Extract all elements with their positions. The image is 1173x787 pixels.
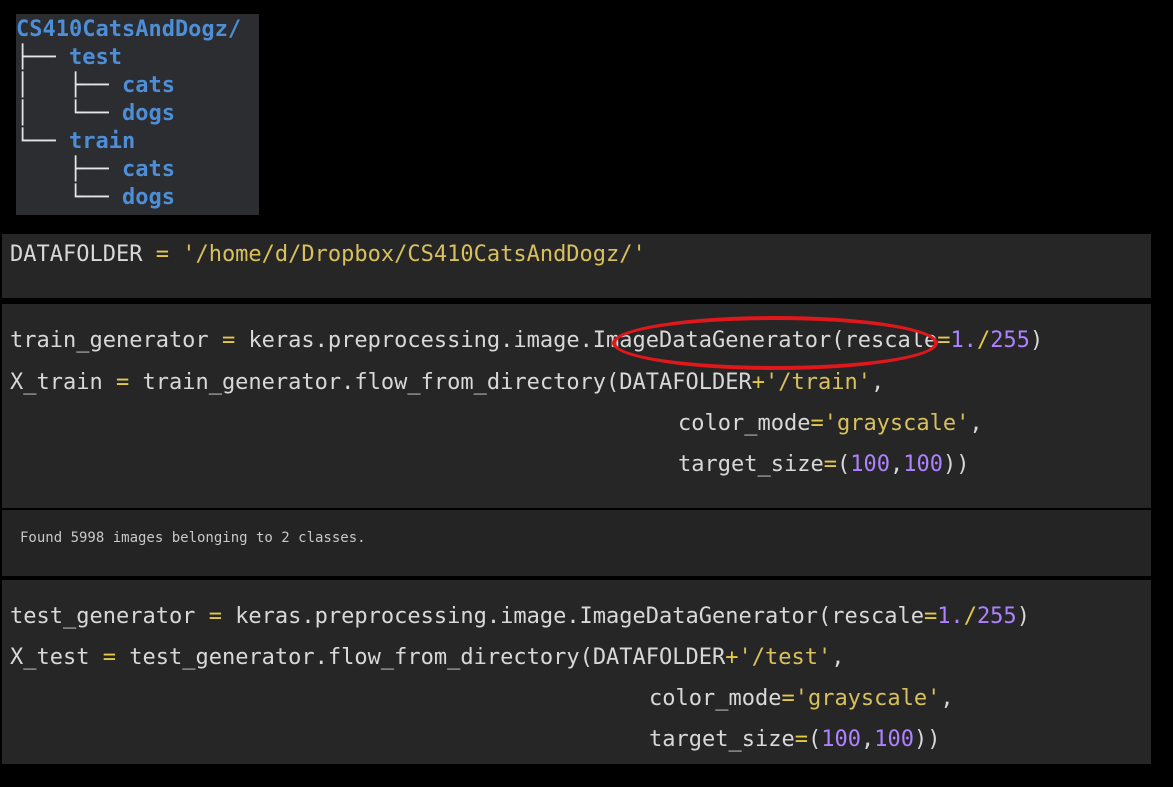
code-token: '/home/d/Dropbox/CS410CatsAndDogz/': [182, 242, 646, 267]
tree-item-test: ├── test: [16, 44, 122, 72]
code-token: =: [937, 328, 951, 353]
code-token: =: [221, 328, 236, 353]
code-token: )): [942, 452, 970, 477]
code-token: 100: [903, 452, 943, 477]
code-line: DATAFOLDER = '/home/d/Dropbox/CS410CatsA…: [10, 234, 646, 275]
code-line: color_mode='grayscale',: [678, 403, 983, 444]
code-token: /: [976, 328, 991, 353]
code-token: ,: [889, 452, 904, 477]
tree-branch-glyph: [16, 157, 69, 182]
tree-branch-glyph: ├──: [16, 45, 69, 70]
tree-root: CS410CatsAndDogz/: [16, 17, 242, 42]
code-token: 1.: [937, 604, 964, 629]
code-token: =: [115, 370, 130, 395]
code-token: 'grayscale': [794, 686, 941, 711]
code-token: target_size: [649, 727, 795, 752]
code-token: '/test': [738, 645, 832, 670]
code-token: keras.preprocessing.image.ImageDataGener…: [248, 328, 938, 353]
tree-item-train-cats: ├── cats: [16, 156, 175, 184]
code-token: 1.: [950, 328, 977, 353]
tree-label: train: [68, 129, 136, 154]
tree-item-train: └── train: [16, 128, 135, 156]
code-token: X_test: [10, 645, 90, 670]
tree-item-test-cats: │ ├── cats: [16, 72, 175, 100]
code-token: =: [810, 411, 824, 436]
code-cell-test-generator[interactable]: test_generator = keras.preprocessing.ima…: [2, 580, 1151, 764]
code-token: 100: [874, 727, 914, 752]
code-token: +: [725, 645, 739, 670]
code-token: 255: [990, 328, 1030, 353]
tree-branch-glyph: └──: [68, 101, 122, 126]
code-token: =: [794, 727, 808, 752]
code-token: ,: [870, 370, 885, 395]
code-token: =: [923, 604, 938, 629]
tree-branch-glyph: ├──: [68, 157, 122, 182]
code-token: =: [155, 242, 169, 267]
code-token: 100: [821, 727, 861, 752]
tree-branch-glyph: │: [16, 101, 69, 126]
code-token: 255: [976, 604, 1017, 629]
code-line: color_mode='grayscale',: [649, 678, 954, 719]
code-token: 'grayscale': [823, 411, 970, 436]
tree-label: dogs: [121, 185, 175, 210]
tree-branch-glyph: └──: [68, 185, 122, 210]
code-token: test_generator: [10, 604, 196, 629]
directory-tree: CS410CatsAndDogz/ ├── test │ ├── cats │ …: [16, 14, 259, 215]
tree-label: cats: [121, 73, 175, 98]
code-token: keras.preprocessing.image.ImageDataGener…: [235, 604, 924, 629]
code-token: X_train: [10, 370, 103, 395]
code-token: 100: [850, 452, 890, 477]
code-token: ,: [860, 727, 875, 752]
tree-label: test: [68, 45, 122, 70]
code-token: =: [208, 604, 222, 629]
cell-output: Found 5998 images belonging to 2 classes…: [2, 510, 1151, 576]
code-token: =: [781, 686, 795, 711]
code-token: )): [913, 727, 941, 752]
code-token: train_generator: [10, 328, 209, 353]
tree-label: dogs: [121, 101, 175, 126]
output-text: Found 5998 images belonging to 2 classes…: [20, 530, 366, 546]
tree-label: cats: [121, 157, 175, 182]
code-token: train_generator.flow_from_directory(DATA…: [142, 370, 752, 395]
code-token: color_mode: [649, 686, 782, 711]
code-token: +: [751, 370, 765, 395]
tree-item-test-dogs: │ └── dogs: [16, 100, 175, 128]
code-line: target_size=(100,100)): [649, 719, 940, 760]
code-token: color_mode: [678, 411, 811, 436]
tree-branch-glyph: ├──: [68, 73, 122, 98]
code-token: ,: [940, 686, 954, 711]
code-token: ): [1029, 328, 1044, 353]
code-token: =: [823, 452, 837, 477]
code-line: X_test = test_generator.flow_from_direct…: [10, 637, 844, 678]
code-line: test_generator = keras.preprocessing.ima…: [10, 596, 1030, 637]
code-line: X_train = train_generator.flow_from_dire…: [10, 362, 884, 403]
code-line: train_generator = keras.preprocessing.im…: [10, 320, 1043, 361]
code-token: /: [963, 604, 977, 629]
tree-branch-glyph: [16, 185, 69, 210]
tree-item-train-dogs: └── dogs: [16, 184, 175, 212]
code-token: ): [1016, 604, 1030, 629]
code-token: DATAFOLDER: [10, 242, 143, 267]
code-token: target_size: [678, 452, 824, 477]
code-cell-train-generator[interactable]: train_generator = keras.preprocessing.im…: [2, 304, 1151, 508]
code-token: test_generator.flow_from_directory(DATAF…: [129, 645, 726, 670]
tree-branch-glyph: │: [16, 73, 69, 98]
code-cell-datafolder[interactable]: DATAFOLDER = '/home/d/Dropbox/CS410CatsA…: [2, 234, 1151, 298]
code-token: (: [836, 452, 851, 477]
tree-branch-glyph: └──: [16, 129, 69, 154]
code-token: =: [102, 645, 116, 670]
code-token: (: [807, 727, 822, 752]
code-token: ,: [969, 411, 983, 436]
code-token: '/train': [765, 370, 871, 395]
code-token: ,: [831, 645, 845, 670]
code-line: target_size=(100,100)): [678, 444, 969, 485]
